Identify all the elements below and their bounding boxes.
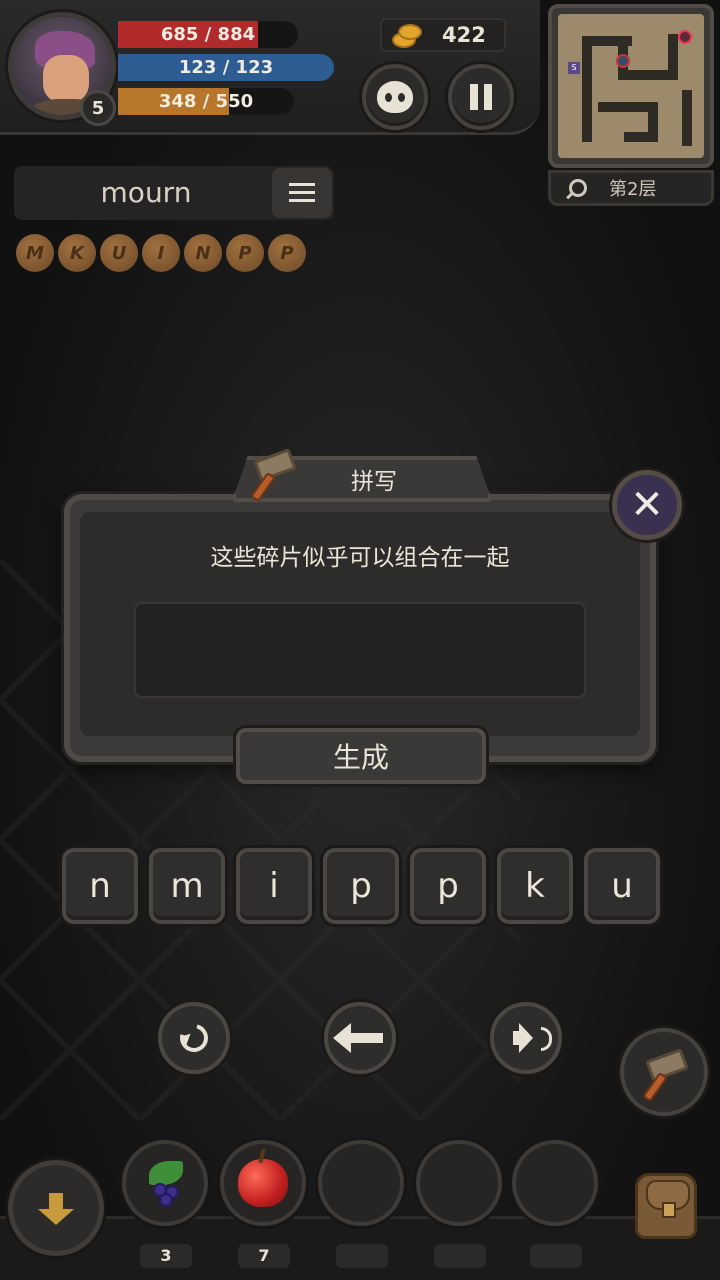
pet-button[interactable]	[362, 64, 428, 130]
hammer-head	[253, 448, 297, 482]
close-icon: ✕	[630, 482, 664, 528]
floor-indicator[interactable]: 第2层	[548, 170, 714, 206]
search-icon	[569, 179, 587, 197]
hammer-handle	[250, 471, 276, 503]
minimap-enemy-marker	[678, 30, 692, 44]
mp-text: 123 / 123	[178, 57, 274, 78]
dialog-title: 拼写	[351, 469, 397, 495]
minimap-stairs-marker: S	[568, 62, 580, 74]
speaker-icon	[513, 1027, 552, 1051]
minimap-wall	[668, 34, 678, 80]
rune-fragment: N	[184, 234, 222, 272]
rune-fragment: K	[58, 234, 96, 272]
spell-answer-field[interactable]	[134, 602, 586, 698]
floor-label: 第2层	[609, 179, 657, 200]
undo-icon	[174, 1018, 214, 1058]
pause-icon	[470, 84, 492, 110]
down-arrow-icon	[38, 1193, 74, 1225]
rune-fragment: M	[16, 234, 54, 272]
berry-leaf	[149, 1161, 183, 1185]
inventory-slot[interactable]	[512, 1140, 598, 1226]
minimap-wall	[682, 90, 692, 146]
minimap-wall	[582, 36, 592, 142]
berry	[159, 1193, 173, 1207]
pronounce-button[interactable]	[490, 1002, 562, 1074]
mp-bar: 123 / 123	[118, 54, 334, 81]
inventory-slot[interactable]	[122, 1140, 208, 1226]
dialog-message: 这些碎片似乎可以组合在一起	[210, 545, 510, 571]
backspace-button[interactable]	[324, 1002, 396, 1074]
item-count: 7	[238, 1244, 290, 1268]
rune-fragment: I	[142, 234, 180, 272]
top-hud: 5 685 / 884 123 / 123 348 / 550 422 S 第2…	[0, 0, 720, 206]
pause-button[interactable]	[448, 64, 514, 130]
craft-button[interactable]	[620, 1028, 708, 1116]
generate-button[interactable]: 生成	[236, 728, 486, 784]
letter-tiles: n m i p p k u	[62, 848, 660, 924]
bag-icon	[635, 1173, 697, 1239]
item-count: 3	[140, 1244, 192, 1268]
hammer-icon	[640, 1048, 694, 1103]
inventory-slot[interactable]	[416, 1140, 502, 1226]
word-list-button[interactable]	[272, 168, 332, 218]
item-count	[530, 1244, 582, 1268]
letter-tile[interactable]: p	[323, 848, 399, 924]
hp-text: 685 / 884	[160, 24, 256, 45]
hp-bar: 685 / 884	[118, 21, 298, 48]
letter-tile[interactable]: u	[584, 848, 660, 924]
minimap-map: S	[558, 14, 704, 158]
inventory-slot[interactable]	[318, 1140, 404, 1226]
rune-fragment: U	[100, 234, 138, 272]
reset-button[interactable]	[158, 1002, 230, 1074]
letter-tile[interactable]: n	[62, 848, 138, 924]
gold-value: 422	[442, 23, 486, 47]
apple-icon	[238, 1159, 288, 1207]
rune-fragments: M K U I N P P	[16, 234, 306, 272]
word-panel: mourn	[14, 166, 334, 220]
backpack-button[interactable]	[620, 1160, 712, 1252]
close-button[interactable]: ✕	[612, 470, 682, 540]
minimap-player-marker	[616, 54, 630, 68]
current-word: mourn	[100, 176, 192, 209]
level-badge: 5	[80, 90, 116, 126]
gold-counter: 422	[380, 18, 506, 52]
coin-icon	[392, 24, 422, 48]
letter-tile[interactable]: p	[410, 848, 486, 924]
hammer-head	[645, 1048, 689, 1082]
item-count	[336, 1244, 388, 1268]
xp-text: 348 / 550	[158, 91, 254, 112]
minimap[interactable]: S	[548, 4, 714, 168]
back-arrow-icon	[333, 1023, 383, 1053]
rune-fragment: P	[268, 234, 306, 272]
pet-icon	[377, 81, 413, 113]
list-icon	[289, 183, 315, 203]
hammer-icon	[248, 448, 302, 503]
xp-bar: 348 / 550	[118, 88, 294, 115]
letter-tile[interactable]: i	[236, 848, 312, 924]
rune-fragment: P	[226, 234, 264, 272]
item-count	[434, 1244, 486, 1268]
letter-tile[interactable]: m	[149, 848, 225, 924]
minimap-wall	[582, 36, 632, 46]
hammer-handle	[642, 1071, 668, 1103]
minimap-wall	[624, 132, 658, 142]
avatar-face	[43, 55, 89, 103]
letter-tile[interactable]: k	[497, 848, 573, 924]
descend-button[interactable]	[8, 1160, 104, 1256]
inventory-slot[interactable]	[220, 1140, 306, 1226]
berry-icon	[143, 1161, 187, 1207]
